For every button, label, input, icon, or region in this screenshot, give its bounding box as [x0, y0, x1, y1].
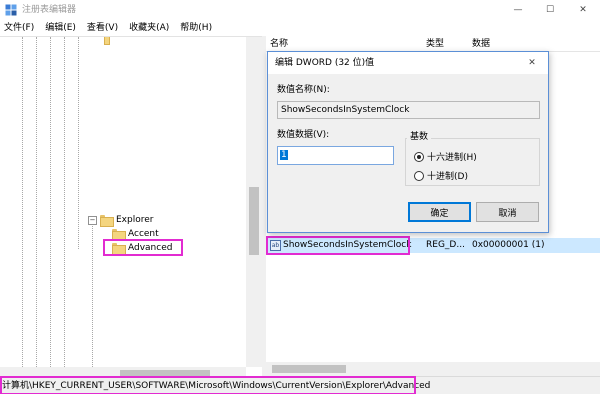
bottom-strip	[0, 394, 600, 407]
radio-hexadecimal[interactable]: 十六进制(H)	[414, 150, 477, 163]
minimize-button[interactable]: —	[503, 0, 533, 20]
tree-item-label: Accent	[128, 229, 159, 239]
menu-view[interactable]: 查看(V)	[87, 20, 118, 36]
tree-item-label: Explorer	[116, 215, 154, 225]
dialog-close-button[interactable]: ✕	[524, 56, 540, 70]
value-data-label: 数值数据(V):	[277, 130, 330, 140]
tree-vertical-scrollbar[interactable]	[246, 37, 262, 367]
scroll-thumb[interactable]	[249, 187, 259, 255]
folder-icon	[104, 37, 110, 45]
value-data-input[interactable]: 1	[277, 146, 394, 165]
dialog-title-bar: 编辑 DWORD (32 位)值 ✕	[268, 52, 548, 74]
folder-icon	[112, 229, 126, 241]
radio-unselected-icon	[414, 170, 424, 181]
tree-guide-line	[36, 37, 37, 367]
row-data: 0x00000001 (1)	[472, 240, 545, 250]
tree-item-accent[interactable]: Accent	[112, 229, 159, 241]
tree-pane[interactable]: − Explorer Accent Advanced	[0, 36, 262, 381]
list-header: 名称 类型 数据	[266, 36, 600, 52]
menu-favorites[interactable]: 收藏夹(A)	[129, 20, 169, 36]
ok-button[interactable]: 确定	[408, 202, 471, 222]
menu-help[interactable]: 帮助(H)	[180, 20, 212, 36]
row-type: REG_D...	[426, 240, 465, 250]
folder-icon	[100, 215, 114, 227]
radio-decimal[interactable]: 十进制(D)	[414, 169, 468, 182]
collapse-icon[interactable]: −	[88, 215, 97, 225]
column-header-data[interactable]: 数据	[472, 39, 490, 49]
close-icon: ✕	[579, 5, 587, 15]
highlight-value-name	[266, 236, 410, 255]
value-name-label: 数值名称(N):	[277, 85, 330, 95]
radio-selected-icon	[414, 151, 424, 162]
tree-guide-line	[78, 37, 79, 249]
title-bar: 注册表编辑器 — ☐ ✕	[0, 0, 600, 20]
maximize-button[interactable]: ☐	[535, 0, 565, 20]
radio-dec-label: 十进制(D)	[427, 172, 468, 182]
list-horizontal-scrollbar[interactable]	[266, 362, 600, 376]
window-title: 注册表编辑器	[22, 5, 77, 15]
dialog-title: 编辑 DWORD (32 位)值	[275, 58, 375, 68]
menu-edit[interactable]: 编辑(E)	[45, 20, 76, 36]
base-group-label: 基数	[407, 132, 432, 143]
edit-dword-dialog: 编辑 DWORD (32 位)值 ✕ 数值名称(N): ShowSecondsI…	[267, 51, 549, 233]
minimize-icon: —	[513, 5, 523, 15]
column-header-type[interactable]: 类型	[426, 39, 444, 49]
value-data-text: 1	[280, 150, 288, 160]
highlight-advanced	[103, 239, 183, 256]
cancel-button[interactable]: 取消	[476, 202, 539, 222]
tree-item-explorer[interactable]: − Explorer	[88, 215, 154, 227]
radio-hex-label: 十六进制(H)	[427, 153, 477, 163]
tree-guide-line	[64, 37, 65, 367]
registry-editor-icon	[5, 4, 17, 16]
highlight-status-path	[0, 376, 416, 395]
menu-bar: 文件(F) 编辑(E) 查看(V) 收藏夹(A) 帮助(H)	[0, 20, 600, 36]
tree-guide-line	[92, 221, 93, 367]
tree-guide-line	[50, 37, 51, 367]
scroll-thumb[interactable]	[272, 365, 346, 373]
value-name-field: ShowSecondsInSystemClock	[277, 101, 540, 119]
close-button[interactable]: ✕	[568, 0, 598, 20]
tree-guide-line	[22, 37, 23, 367]
maximize-icon: ☐	[545, 5, 555, 15]
menu-file[interactable]: 文件(F)	[4, 20, 34, 36]
column-header-name[interactable]: 名称	[270, 39, 288, 49]
close-icon: ✕	[528, 58, 536, 68]
